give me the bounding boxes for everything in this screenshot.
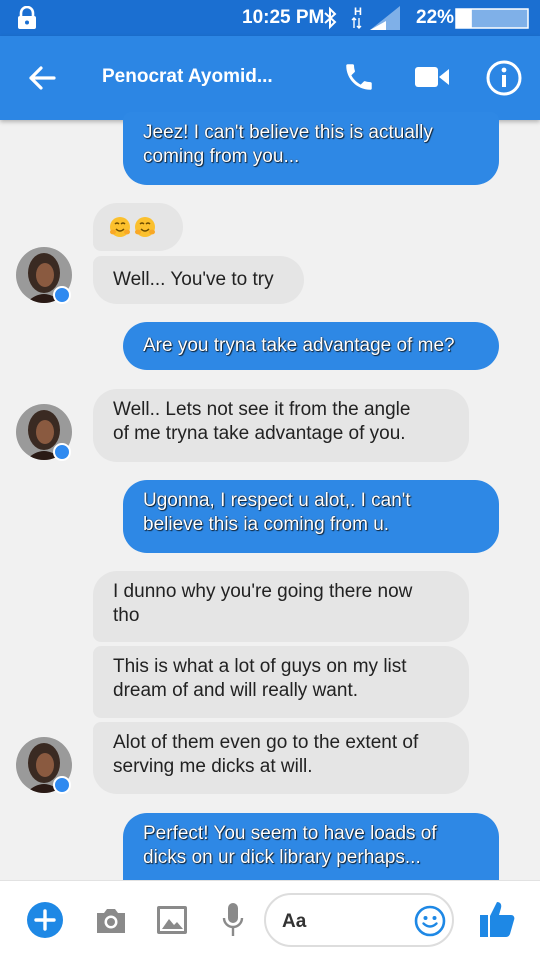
video-camera-icon[interactable]: [414, 65, 450, 89]
contact-name[interactable]: Penocrat Ayomid...: [102, 66, 273, 88]
composer-bar: Aa: [0, 880, 540, 960]
outgoing-message[interactable]: Are you tryna take advantage of me?: [123, 322, 499, 370]
info-icon[interactable]: [485, 59, 523, 97]
outgoing-message[interactable]: Perfect! You seem to have loads of dicks…: [123, 813, 499, 880]
messenger-badge-icon: [53, 776, 71, 794]
message-line: Ugonna, I respect u alot,. I can't: [143, 490, 411, 511]
smiley-icon[interactable]: [414, 905, 446, 937]
incoming-message[interactable]: I dunno why you're going there now tho: [93, 571, 469, 642]
camera-icon[interactable]: [94, 905, 128, 935]
messenger-badge-icon: [53, 286, 71, 304]
incoming-message[interactable]: Well... You've to try: [93, 256, 304, 304]
network-type: H: [354, 6, 362, 18]
message-line: believe this ia coming from u.: [143, 514, 390, 535]
incoming-message[interactable]: This is what a lot of guys on my list dr…: [93, 646, 469, 718]
battery-icon: [455, 8, 529, 29]
outgoing-message[interactable]: Jeez! I can't believe this is actually c…: [123, 112, 499, 185]
status-time: 10:25 PM: [242, 7, 325, 28]
message-line: serving me dicks at will.: [113, 756, 313, 777]
bluetooth-icon: [324, 6, 337, 30]
message-line: Jeez! I can't believe this is actually: [143, 122, 433, 143]
messenger-badge-icon: [53, 443, 71, 461]
message-line: tho: [113, 605, 140, 626]
message-line: This is what a lot of guys on my list: [113, 656, 407, 677]
conversation-header: Penocrat Ayomid...: [0, 36, 540, 120]
message-line: of me tryna take advantage of you.: [113, 423, 406, 444]
message-text: Are you tryna take advantage of me?: [143, 335, 455, 356]
message-line: Alot of them even go to the extent of: [113, 732, 419, 753]
message-input[interactable]: Aa: [264, 893, 454, 947]
hugging-face-emoji: [110, 216, 130, 237]
status-bar: 10:25 PM H 22%: [0, 0, 540, 36]
plus-icon[interactable]: [26, 901, 64, 939]
back-arrow-icon[interactable]: [26, 62, 58, 94]
incoming-message[interactable]: Alot of them even go to the extent of se…: [93, 722, 469, 794]
message-line: coming from you...: [143, 146, 300, 167]
outgoing-message[interactable]: Ugonna, I respect u alot,. I can't belie…: [123, 480, 499, 553]
input-placeholder: Aa: [282, 911, 307, 932]
message-line: dream of and will really want.: [113, 680, 358, 701]
microphone-icon[interactable]: [220, 901, 246, 939]
message-line: Well.. Lets not see it from the angle: [113, 399, 411, 420]
hugging-face-emoji: [135, 216, 155, 237]
gallery-icon[interactable]: [156, 905, 188, 935]
message-line: Perfect! You seem to have loads of: [143, 823, 437, 844]
thumbs-up-icon[interactable]: [478, 899, 516, 939]
lock-icon: [18, 6, 36, 29]
message-text: Well... You've to try: [113, 269, 274, 290]
incoming-emoji-message[interactable]: [93, 203, 183, 251]
phone-icon[interactable]: [342, 60, 376, 94]
signal-icon: H: [351, 6, 400, 30]
message-line: I dunno why you're going there now: [113, 581, 413, 602]
battery-percent: 22%: [416, 7, 455, 28]
incoming-message[interactable]: Well.. Lets not see it from the angle of…: [93, 389, 469, 462]
message-line: dicks on ur dick library perhaps...: [143, 847, 421, 868]
